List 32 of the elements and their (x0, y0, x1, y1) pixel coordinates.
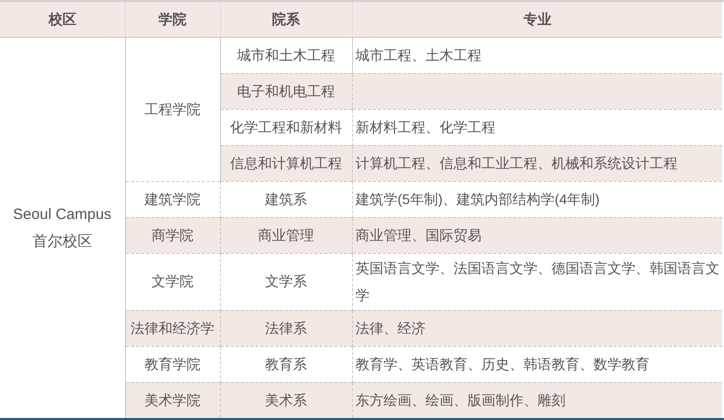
college-name: 建筑学院 (144, 190, 200, 206)
department-name: 信息和计算机工程 (230, 154, 342, 170)
department-name: 教育系 (265, 356, 307, 372)
college-name: 文学院 (152, 273, 194, 289)
majors-text: 教育学、英语教育、历史、韩语教育、数学教育 (356, 356, 650, 372)
majors-text: 法律、经济 (356, 320, 426, 336)
column-header: 校区 (48, 10, 76, 27)
college-name: 商学院 (152, 226, 194, 242)
department-name: 文学系 (265, 273, 307, 289)
department-name: 城市和土木工程 (237, 46, 335, 62)
majors-text: 商业管理、国际贸易 (356, 226, 482, 242)
college-name: 教育学院 (144, 356, 200, 372)
majors-text: 英国语言文学、法国语言文学、德国语言文学、韩国语言文学 (356, 260, 720, 302)
majors-text: 城市工程、土木工程 (356, 46, 482, 62)
department-name: 电子和机电工程 (237, 82, 335, 98)
campus-name: 首尔校区 (31, 232, 94, 252)
department-name: 化学工程和新材料 (230, 118, 342, 134)
majors-text: 新材料工程、化学工程 (356, 118, 496, 134)
column-header: 专业 (523, 10, 552, 27)
column-header: 学院 (158, 10, 186, 27)
department-name: 建筑系 (265, 190, 307, 206)
department-name: 法律系 (265, 320, 307, 336)
college-name: 美术学院 (144, 392, 200, 408)
college-name: 法律和经济学 (130, 320, 214, 336)
campus-name: Seoul Campus (12, 204, 112, 225)
column-header: 院系 (272, 10, 300, 27)
majors-text: 计算机工程、信息和工业工程、机械和系统设计工程 (356, 154, 678, 170)
majors-text: 建筑学(5年制)、建筑内部结构学(4年制) (356, 190, 600, 206)
majors-text: 东方绘画、绘画、版画制作、雕刻 (356, 392, 566, 408)
college-name: 工程学院 (144, 100, 200, 116)
department-name: 商业管理 (258, 226, 314, 242)
department-name: 美术系 (265, 392, 307, 408)
